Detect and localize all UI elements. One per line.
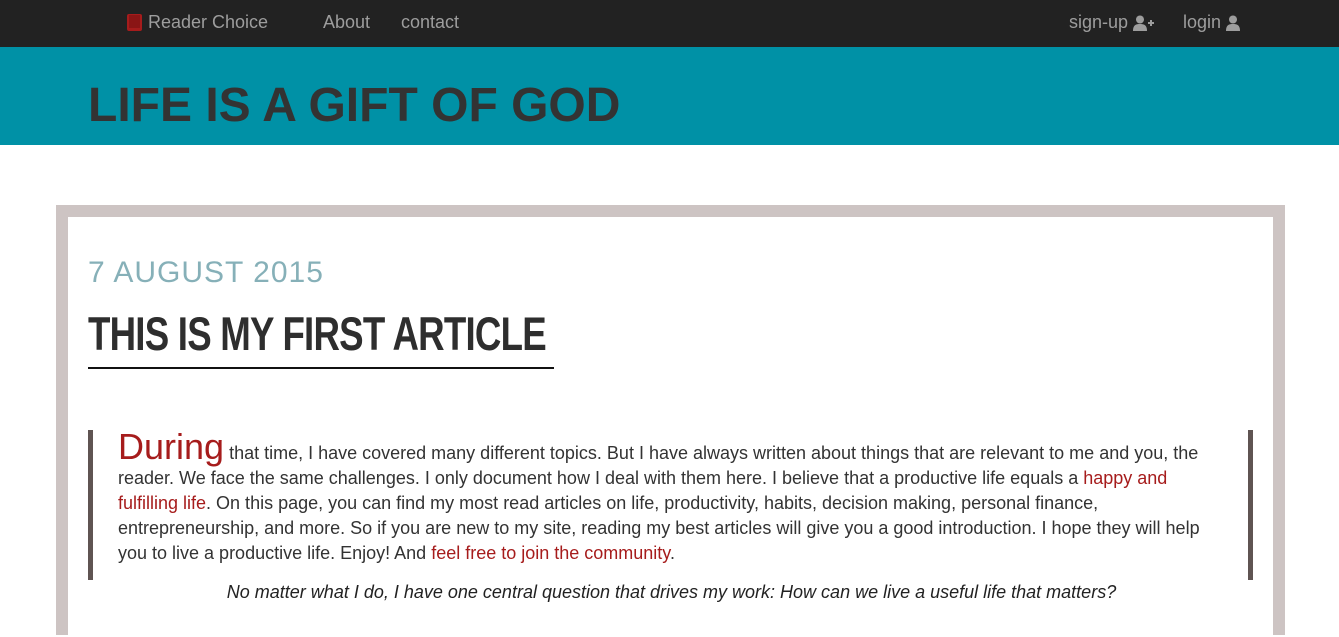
top-navbar: Reader Choice About contact sign-up logi…: [0, 0, 1339, 47]
site-title: LIFE IS A GIFT OF GOD: [88, 79, 621, 132]
login-label: login: [1183, 12, 1222, 32]
user-icon: [1226, 15, 1241, 31]
body-text-3: .: [669, 543, 675, 563]
nav-contact[interactable]: contact: [401, 12, 459, 33]
book-icon: [127, 14, 142, 31]
post-date: 7 AUGUST 2015: [88, 256, 324, 289]
quote-bar-left: [88, 430, 93, 580]
title-underline: [88, 367, 554, 369]
nav-about[interactable]: About: [323, 12, 370, 33]
dropcap-word: During: [118, 426, 225, 467]
signup-label: sign-up: [1069, 12, 1129, 32]
body-text-1: that time, I have covered many different…: [118, 443, 1199, 488]
brand-link[interactable]: Reader Choice: [127, 12, 268, 33]
quote-bar-right: [1248, 430, 1253, 580]
user-plus-icon: [1133, 15, 1155, 31]
nav-contact-label: contact: [401, 12, 460, 32]
brand-label: Reader Choice: [148, 12, 269, 32]
signup-link[interactable]: sign-up: [1069, 12, 1155, 33]
login-link[interactable]: login: [1183, 12, 1241, 33]
closing-quote: No matter what I do, I have one central …: [226, 582, 1117, 602]
article-body: During that time, I have covered many di…: [118, 429, 1218, 566]
post-title: THIS IS MY FIRST ARTICLE: [88, 307, 547, 360]
join-community-link[interactable]: feel free to join the community: [431, 543, 670, 563]
nav-about-label: About: [323, 12, 371, 32]
